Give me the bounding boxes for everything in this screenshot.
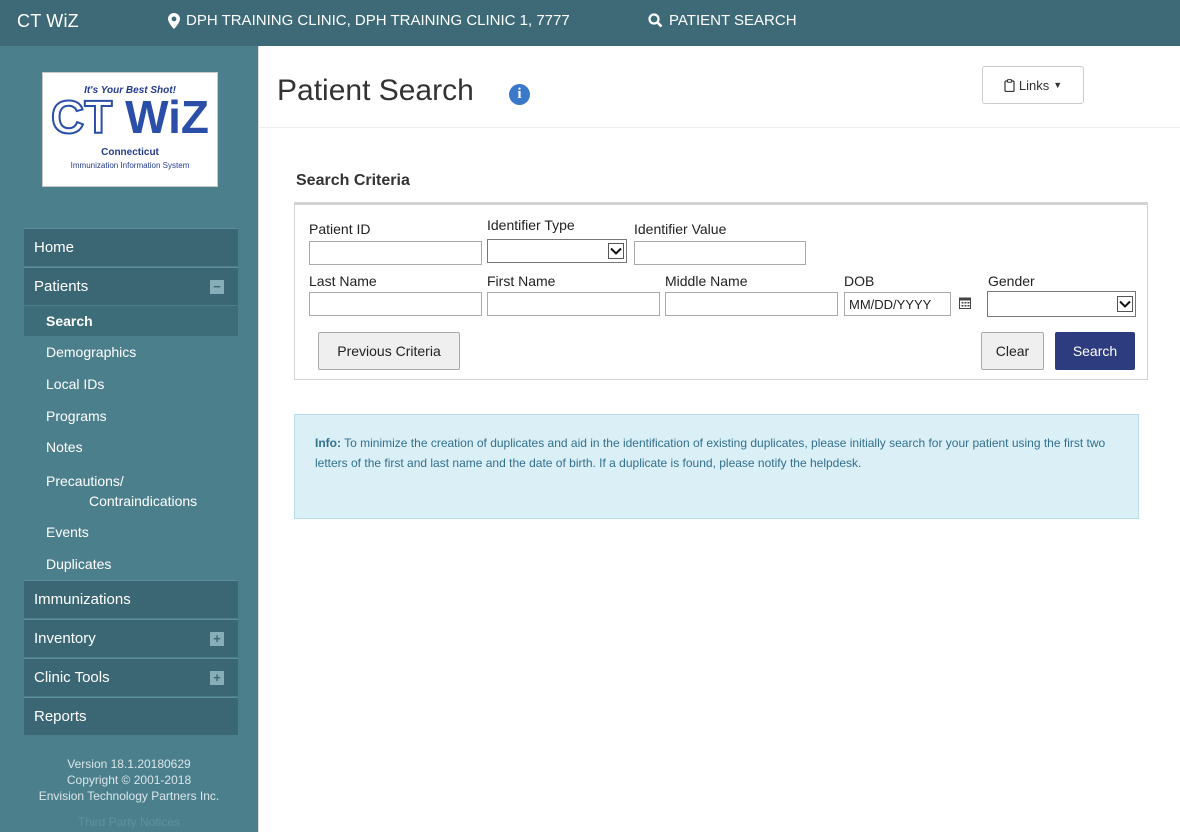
links-button-label: Links bbox=[1018, 77, 1050, 93]
nav-home[interactable]: Home bbox=[24, 228, 238, 266]
search-button[interactable]: Search bbox=[1055, 332, 1135, 370]
search-criteria-title: Search Criteria bbox=[296, 172, 410, 189]
collapse-icon[interactable]: − bbox=[210, 280, 224, 294]
sidebar-item-precautions[interactable]: Precautions/ Contraindications bbox=[24, 463, 238, 515]
third-party-link[interactable]: Third Party Notices bbox=[0, 814, 258, 830]
precautions-label: Precautions/ bbox=[46, 473, 124, 489]
sidebar-item-demographics[interactable]: Demographics bbox=[24, 336, 238, 368]
patient-id-label: Patient ID bbox=[309, 221, 371, 237]
nav-inventory[interactable]: Inventory + bbox=[24, 619, 238, 657]
page-header: Patient Search i Links ▼ bbox=[259, 46, 1180, 128]
search-icon bbox=[648, 13, 663, 28]
identifier-value-input[interactable] bbox=[634, 241, 806, 265]
middle-name-label: Middle Name bbox=[665, 273, 748, 289]
sidebar: It's Your Best Shot! CT WiZ Connecticut … bbox=[0, 46, 258, 832]
patient-search-link[interactable]: PATIENT SEARCH bbox=[648, 12, 797, 29]
logo-wordmark: CT WiZ bbox=[50, 90, 209, 144]
nav-reports-label: Reports bbox=[34, 708, 87, 725]
clipboard-icon bbox=[1004, 78, 1015, 92]
ct-wiz-logo: It's Your Best Shot! CT WiZ Connecticut … bbox=[42, 72, 218, 187]
patient-id-input[interactable] bbox=[309, 241, 482, 265]
sidebar-item-notes[interactable]: Notes bbox=[24, 431, 238, 463]
previous-criteria-button[interactable]: Previous Criteria bbox=[318, 332, 460, 370]
gender-label: Gender bbox=[988, 273, 1035, 289]
logo-state: Connecticut bbox=[101, 147, 159, 158]
nav-inventory-label: Inventory bbox=[34, 630, 96, 647]
contraindications-label: Contraindications bbox=[89, 493, 198, 509]
expand-icon[interactable]: + bbox=[210, 671, 224, 685]
sidebar-item-search[interactable]: Search bbox=[24, 306, 238, 336]
nav-patients[interactable]: Patients − bbox=[24, 267, 238, 305]
clear-button[interactable]: Clear bbox=[981, 332, 1044, 370]
clinic-location-text: DPH TRAINING CLINIC, DPH TRAINING CLINIC… bbox=[186, 12, 570, 29]
app-brand[interactable]: CT WiZ bbox=[17, 11, 79, 32]
chevron-down-icon bbox=[608, 243, 624, 259]
copyright-text: Copyright © 2001-2018 bbox=[66, 773, 192, 787]
identifier-value-label: Identifier Value bbox=[634, 221, 727, 237]
first-name-label: First Name bbox=[487, 273, 556, 289]
links-button[interactable]: Links ▼ bbox=[982, 66, 1084, 104]
nav-home-label: Home bbox=[34, 239, 75, 256]
sidebar-item-local-ids[interactable]: Local IDs bbox=[24, 368, 238, 400]
version-text: Version 18.1.20180629 bbox=[67, 757, 191, 771]
info-icon[interactable]: i bbox=[509, 84, 530, 105]
nav-immunizations-label: Immunizations bbox=[34, 591, 131, 608]
identifier-type-select[interactable] bbox=[487, 239, 627, 263]
identifier-type-label: Identifier Type bbox=[487, 217, 575, 233]
nav-patients-label: Patients bbox=[34, 278, 89, 295]
calendar-icon[interactable] bbox=[959, 297, 971, 309]
dob-input[interactable] bbox=[844, 292, 951, 316]
last-name-label: Last Name bbox=[309, 273, 377, 289]
nav-clinic-tools[interactable]: Clinic Tools + bbox=[24, 658, 238, 696]
middle-name-input[interactable] bbox=[665, 292, 838, 316]
nav-immunizations[interactable]: Immunizations bbox=[24, 580, 238, 618]
logo-system: Immunization Information System bbox=[70, 161, 190, 170]
page-title: Patient Search bbox=[277, 74, 474, 107]
last-name-input[interactable] bbox=[309, 292, 482, 316]
top-bar: CT WiZ DPH TRAINING CLINIC, DPH TRAINING… bbox=[0, 0, 1180, 46]
map-marker-icon bbox=[168, 12, 180, 29]
patient-search-link-text: PATIENT SEARCH bbox=[669, 12, 797, 29]
info-alert: Info: To minimize the creation of duplic… bbox=[294, 414, 1139, 519]
chevron-down-icon bbox=[1117, 296, 1133, 312]
dob-label: DOB bbox=[844, 273, 875, 289]
sidebar-item-duplicates[interactable]: Duplicates bbox=[24, 547, 238, 580]
info-alert-text: To minimize the creation of duplicates a… bbox=[315, 436, 1106, 470]
main-content: Patient Search i Links ▼ Search Criteria… bbox=[258, 46, 1180, 832]
caret-down-icon: ▼ bbox=[1053, 80, 1063, 90]
sidebar-item-events[interactable]: Events bbox=[24, 516, 238, 547]
sidebar-item-programs[interactable]: Programs bbox=[24, 400, 238, 431]
first-name-input[interactable] bbox=[487, 292, 660, 316]
search-criteria-panel: Patient ID Identifier Type Identifier Va… bbox=[294, 202, 1148, 380]
clinic-location[interactable]: DPH TRAINING CLINIC, DPH TRAINING CLINIC… bbox=[168, 12, 570, 29]
gender-select[interactable] bbox=[987, 291, 1136, 317]
nav-reports[interactable]: Reports bbox=[24, 697, 238, 735]
company-text: Envision Technology Partners Inc. bbox=[38, 789, 220, 803]
info-alert-label: Info: bbox=[315, 436, 341, 450]
nav-clinic-tools-label: Clinic Tools bbox=[34, 669, 110, 686]
sidebar-footer: Version 18.1.20180629 Copyright © 2001-2… bbox=[0, 756, 258, 830]
expand-icon[interactable]: + bbox=[210, 632, 224, 646]
